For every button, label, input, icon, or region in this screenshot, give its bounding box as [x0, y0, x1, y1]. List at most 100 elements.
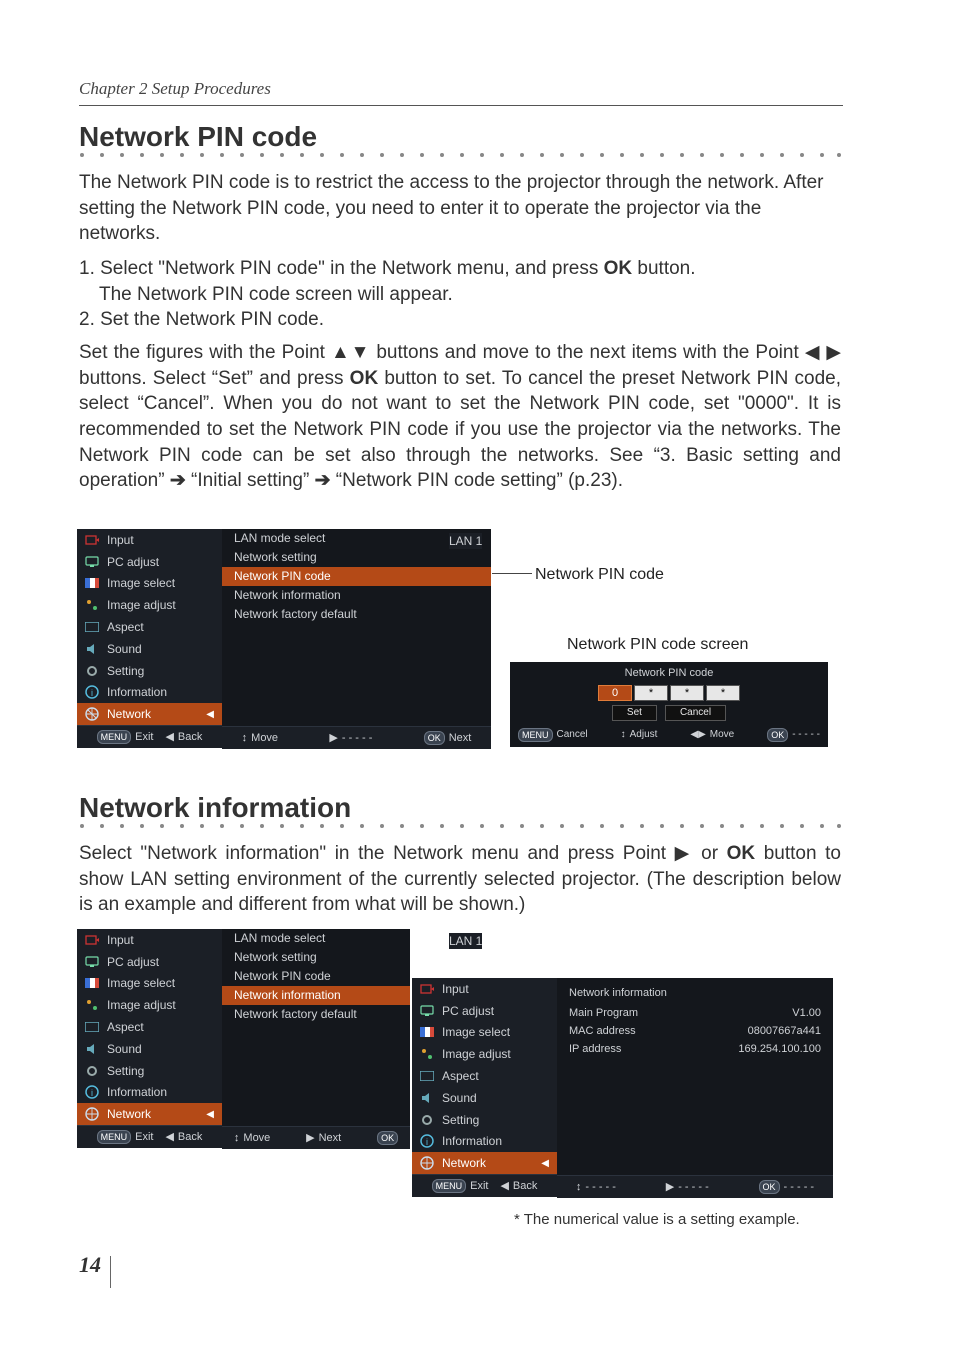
sidebar-item-pc[interactable]: PC adjust: [77, 951, 222, 973]
menu-lanmode[interactable]: LAN mode select: [222, 929, 410, 948]
sidebar-item-info[interactable]: i Information: [77, 682, 222, 704]
pc-icon: [420, 1004, 434, 1018]
para2or: or: [693, 843, 727, 864]
sidebar-item-setting[interactable]: Setting: [77, 660, 222, 682]
sliders-icon: [85, 998, 99, 1012]
arrow-right-icon: ➔: [315, 470, 331, 491]
chevron-right-icon: ▶: [666, 1180, 674, 1195]
sound-icon: [420, 1091, 434, 1105]
pin-digit-1[interactable]: *: [634, 685, 668, 701]
ok-pill: OK: [759, 1180, 780, 1194]
menu-factory[interactable]: Network factory default: [222, 605, 491, 624]
pin-title: Network PIN code: [510, 662, 828, 681]
sidebar-item-input[interactable]: Input: [412, 978, 557, 1000]
label: Information: [107, 684, 167, 700]
set-a: Set the figures with the Point: [79, 342, 331, 363]
set-ok: OK: [350, 368, 379, 389]
menu-factory[interactable]: Network factory default: [222, 1005, 410, 1024]
sidebar-item-aspect[interactable]: Aspect: [77, 1016, 222, 1038]
sidebar-item-network[interactable]: Network◀: [412, 1152, 557, 1174]
sidebar-item-info[interactable]: iInformation: [77, 1082, 222, 1104]
osd-pin-box: Network PIN code 0 * * * Set Cancel MENU…: [510, 662, 828, 747]
sidebar-item-imgsel[interactable]: Image select: [77, 973, 222, 995]
pin-digit-3[interactable]: *: [706, 685, 740, 701]
updown-icon: ↕: [576, 1180, 582, 1195]
step1b: button.: [632, 258, 695, 279]
gear-icon: [85, 1064, 99, 1078]
sidebar-item-sound[interactable]: Sound: [412, 1087, 557, 1109]
sidebar-item-imgsel[interactable]: Image select: [412, 1022, 557, 1044]
label: Network: [107, 1106, 151, 1122]
sidebar-item-sound[interactable]: Sound: [77, 638, 222, 660]
menu-ninfo[interactable]: Network information: [222, 986, 410, 1005]
updown-icon: ↕: [242, 731, 248, 746]
sidebar-item-imgadj[interactable]: Image adjust: [77, 994, 222, 1016]
osd-menu-1: LAN mode select Network setting Network …: [222, 529, 491, 726]
netinfo-main-val: V1.00: [792, 1006, 821, 1021]
ok-pill: OK: [424, 731, 445, 745]
label: Image select: [107, 975, 175, 991]
section-title-pin: Network PIN code: [79, 118, 317, 156]
label: Setting: [442, 1112, 479, 1128]
callout-pin: Network PIN code: [535, 564, 664, 586]
sidebar-item-sound[interactable]: Sound: [77, 1038, 222, 1060]
label: Image select: [442, 1024, 510, 1040]
rec3: “Network PIN code setting” (p.23).: [331, 470, 624, 491]
chevron-left-icon: ◀: [500, 1179, 508, 1194]
menu-ninfo[interactable]: Network information: [222, 586, 491, 605]
sidebar-item-imgadj[interactable]: Image adjust: [77, 594, 222, 616]
label: PC adjust: [107, 554, 159, 570]
para2a: Select "Network information" in the Netw…: [79, 843, 675, 864]
osd-sidebar-3: Input PC adjust Image select Image adjus…: [412, 978, 557, 1197]
osd-menu-foot-2: ↕Move ▶Next OK: [222, 1126, 410, 1149]
sidebar-item-pc[interactable]: PC adjust: [412, 1000, 557, 1022]
svg-text:i: i: [91, 688, 93, 698]
page-line: [110, 1256, 111, 1288]
globe-icon: [85, 1107, 99, 1121]
sidebar-item-setting[interactable]: Setting: [412, 1109, 557, 1131]
sidebar-item-network[interactable]: Network◀: [77, 703, 222, 725]
osd-foot-2: MENUExit ◀Back: [77, 1125, 222, 1148]
arrow-right-icon: ➔: [170, 470, 186, 491]
callout-screen: Network PIN code screen: [567, 634, 748, 656]
sidebar-item-imgsel[interactable]: Image select: [77, 573, 222, 595]
pin-cancel-button[interactable]: Cancel: [665, 705, 726, 721]
menu-pin[interactable]: Network PIN code: [222, 567, 491, 586]
pin-foot: MENUCancel ↕Adjust ◀▶Move OK- - - - -: [510, 721, 828, 749]
sidebar-item-aspect[interactable]: Aspect: [77, 616, 222, 638]
flag-icon: [85, 576, 99, 590]
osd-menu-2: LAN mode select Network setting Network …: [222, 929, 410, 1126]
dotted-rule: [79, 823, 842, 829]
svg-text:i: i: [426, 1137, 428, 1147]
menu-netset[interactable]: Network setting: [222, 948, 410, 967]
label: Network: [442, 1155, 486, 1171]
point-left-icon: ◀: [805, 342, 820, 363]
step2: 2. Set the Network PIN code.: [79, 309, 324, 330]
menu-pin[interactable]: Network PIN code: [222, 967, 410, 986]
foot-exit: Exit: [470, 1179, 488, 1194]
pin-set-button[interactable]: Set: [612, 705, 657, 721]
aspect-icon: [85, 1020, 99, 1034]
sidebar-item-imgadj[interactable]: Image adjust: [412, 1043, 557, 1065]
osd-netinfo-foot: ↕- - - - - ▶- - - - - OK- - - - -: [557, 1175, 833, 1198]
sidebar-item-network[interactable]: Network◀: [77, 1103, 222, 1125]
sidebar-item-input[interactable]: Input: [77, 929, 222, 951]
sidebar-item-input[interactable]: Input: [77, 529, 222, 551]
chevron-left-icon: ◀: [165, 1130, 173, 1145]
netinfo-main-label: Main Program: [569, 1006, 638, 1021]
sidebar-item-setting[interactable]: Setting: [77, 1060, 222, 1082]
pc-icon: [85, 555, 99, 569]
point-up-down-icon: ▲▼: [331, 342, 370, 363]
menu-netset[interactable]: Network setting: [222, 548, 491, 567]
sidebar-item-info[interactable]: iInformation: [412, 1131, 557, 1153]
pin-digit-0[interactable]: 0: [598, 685, 632, 701]
label: Setting: [107, 1063, 144, 1079]
netinfo-title: Network information: [569, 986, 821, 1001]
pin-digit-2[interactable]: *: [670, 685, 704, 701]
sidebar-item-pc[interactable]: PC adjust: [77, 551, 222, 573]
label: Image adjust: [442, 1046, 511, 1062]
sidebar-item-aspect[interactable]: Aspect: [412, 1065, 557, 1087]
osd-netinfo-panel: Network information Main ProgramV1.00 MA…: [557, 978, 833, 1175]
step1a: 1. Select "Network PIN code" in the Netw…: [79, 258, 604, 279]
foot-next: Next: [449, 731, 472, 746]
